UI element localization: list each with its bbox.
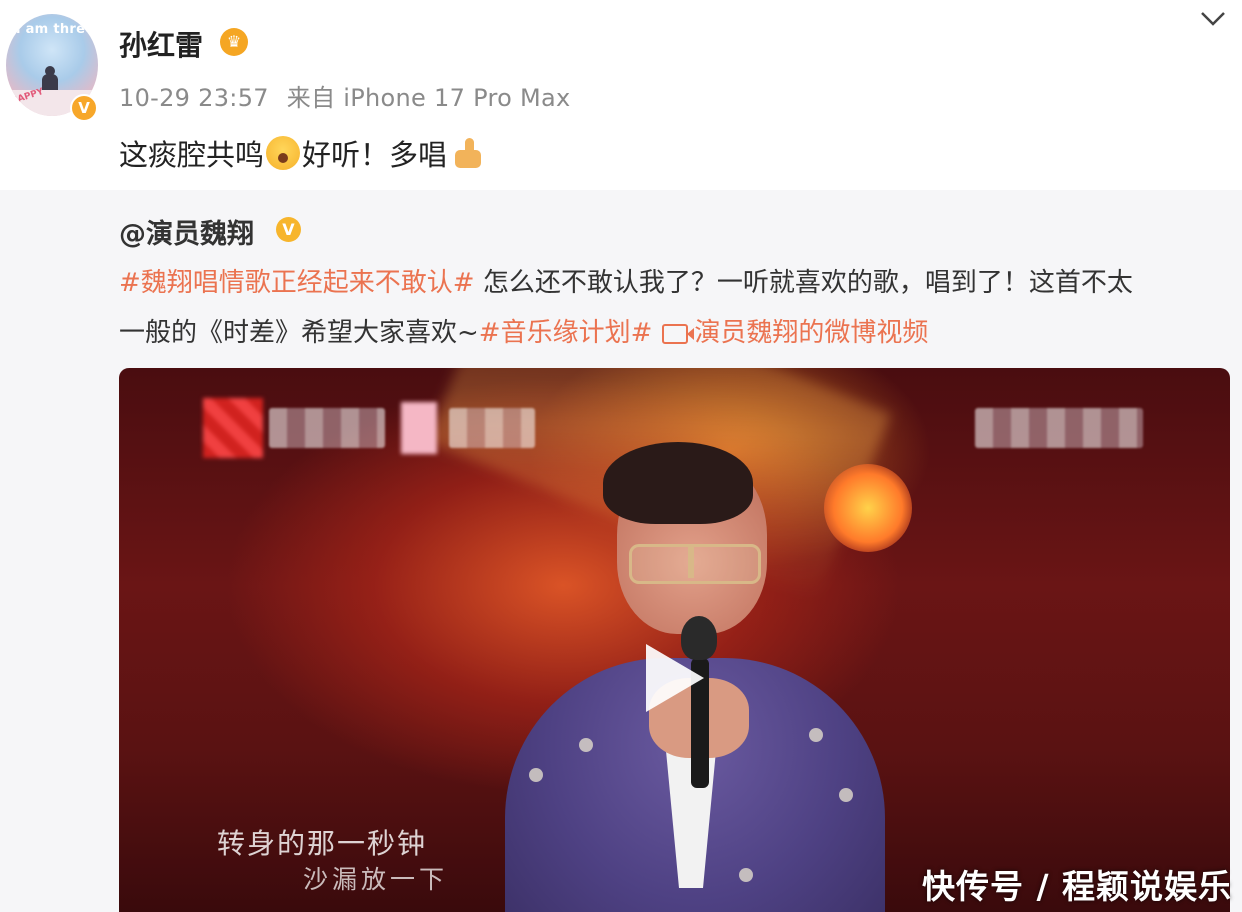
vip-crown-icon[interactable]: ♛ — [220, 28, 248, 56]
repost-verified-icon: V — [276, 217, 301, 242]
post-text-part2: 好听！多唱 — [302, 138, 448, 172]
post-time[interactable]: 10-29 23:57 — [119, 84, 269, 112]
avatar-text: i am three — [16, 22, 95, 37]
singer-hair — [603, 442, 753, 524]
post-meta: 10-29 23:57 来自 iPhone 17 Pro Max — [119, 78, 571, 113]
blurred-logo — [975, 408, 1143, 448]
jacket-flower — [839, 788, 853, 802]
post-username[interactable]: 孙红雷 — [119, 24, 203, 64]
hashtag-link[interactable]: #魏翔唱情歌正经起来不敢认# — [119, 268, 475, 298]
play-icon[interactable] — [646, 644, 704, 712]
blurred-logo — [203, 398, 263, 458]
post-source: 来自 iPhone 17 Pro Max — [286, 84, 571, 112]
hashtag-link[interactable]: #音乐缘计划# — [479, 318, 653, 348]
jacket-flower — [809, 728, 823, 742]
jacket-flower — [579, 738, 593, 752]
singer-glasses — [629, 544, 761, 584]
lyric-line-1: 转身的那一秒钟 — [217, 827, 428, 860]
repost-text-line2: 一般的《时差》希望大家喜欢~#音乐缘计划# 演员魏翔的微博视频 — [119, 312, 928, 349]
chevron-down-icon[interactable] — [1198, 4, 1228, 34]
thumbs-up-icon — [451, 136, 485, 170]
blurred-logo — [401, 402, 437, 454]
video-link-icon[interactable] — [662, 323, 695, 344]
video-link[interactable]: 演员魏翔的微博视频 — [694, 318, 928, 348]
verified-badge-icon: V — [70, 94, 98, 122]
repost-text: 一般的《时差》希望大家喜欢~ — [119, 318, 479, 348]
scream-face-icon — [266, 136, 301, 170]
repost-text-line1: #魏翔唱情歌正经起来不敢认# 怎么还不敢认我了？一听就喜欢的歌，唱到了！这首不太 — [119, 262, 1133, 299]
blurred-logo — [449, 408, 535, 448]
lyric-line-2: 沙漏放一下 — [303, 865, 449, 894]
jacket-flower — [739, 868, 753, 882]
thumb-finger — [465, 138, 475, 154]
post-text: 这痰腔共鸣 好听！多唱 — [119, 132, 485, 174]
repost-mention[interactable]: @演员魏翔 — [119, 212, 254, 251]
post-text-part1: 这痰腔共鸣 — [119, 138, 265, 172]
blurred-logo — [269, 408, 385, 448]
weibo-post: i am three HAPPY V 孙红雷 ♛ 10-29 23:57 来自 … — [0, 0, 1242, 190]
repost-text: 怎么还不敢认我了？一听就喜欢的歌，唱到了！这首不太 — [474, 268, 1133, 298]
jacket-flower — [529, 768, 543, 782]
stage-light — [824, 464, 912, 552]
watermark: 快传号 / 程颖说娱乐 — [921, 867, 1232, 906]
video-player[interactable]: 转身的那一秒钟 沙漏放一下 — [119, 368, 1230, 912]
